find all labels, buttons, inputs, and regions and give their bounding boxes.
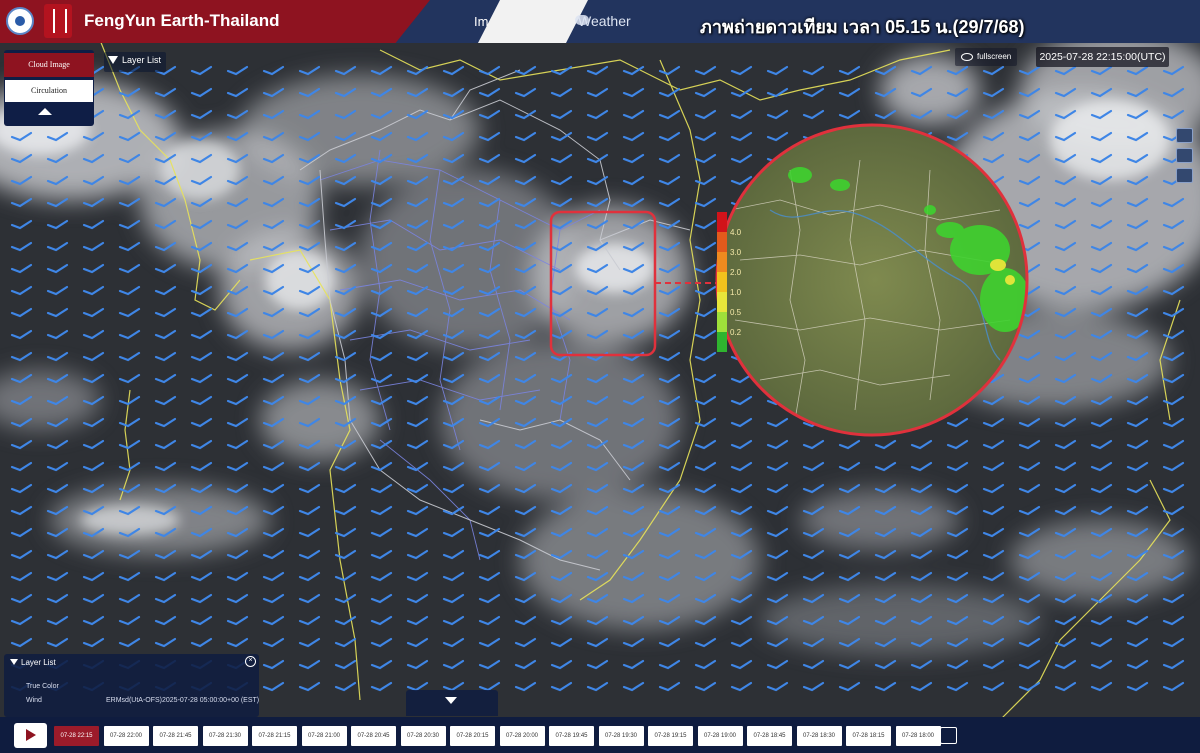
radar-legend-label: 2.0 (730, 268, 742, 277)
timeline-time-chip[interactable]: 07-28 22:15 (54, 726, 99, 746)
layer-row-name[interactable]: True Color (26, 683, 59, 690)
zoom-in-icon[interactable] (1176, 128, 1193, 143)
cloud-image-button[interactable]: Cloud Image (4, 53, 94, 77)
layers-icon (108, 56, 118, 64)
play-icon (26, 729, 36, 741)
timeline-time-chip[interactable]: 07-28 19:30 (598, 726, 644, 746)
timeline-time-chip[interactable]: 07-28 19:00 (697, 726, 743, 746)
timeline-time-chip[interactable]: 07-28 18:30 (796, 726, 842, 746)
timeline-time-chip[interactable]: 07-28 18:15 (846, 726, 891, 746)
timeline-time-chip[interactable]: 07-28 21:45 (153, 726, 198, 746)
timeline-time-chip[interactable]: 07-28 21:00 (301, 726, 347, 746)
radar-legend-swatch (717, 312, 727, 332)
radar-legend-label: 0.5 (730, 308, 742, 317)
timeline-time-chip[interactable]: 07-28 18:45 (747, 726, 792, 746)
timeline-time-chip[interactable]: 07-28 19:45 (549, 726, 594, 746)
radar-legend-swatch (717, 272, 727, 292)
radar-legend-label: 1.0 (730, 288, 742, 297)
radar-legend-swatch (717, 212, 727, 232)
radar-legend-label: 4.0 (730, 228, 742, 237)
fullscreen-label: fullscreen (977, 52, 1012, 61)
layer-list-label: Layer List (122, 55, 162, 65)
eye-icon (961, 53, 973, 61)
timeline-time-chip[interactable]: 07-28 20:45 (351, 726, 396, 746)
app-title: FengYun Earth-Thailand (84, 11, 280, 30)
timeline-time-chip[interactable]: 07-28 18:00 (895, 726, 941, 746)
collapse-panel-icon[interactable] (38, 108, 52, 115)
layer-panel-title: Layer List (21, 658, 56, 667)
layer-row-product: ERMsd(UtA-OFS) (106, 697, 162, 704)
timeline-time-chip[interactable]: 07-28 19:15 (648, 726, 693, 746)
image-caption: ภาพถ่ายดาวเทียม เวลา 05.15 น.(29/7/68) (700, 17, 1025, 37)
logo-seal-icon (6, 7, 34, 35)
timeline-time-chip[interactable]: 07-28 20:30 (400, 726, 446, 746)
satellite-map[interactable]: 4.0 3.0 2.0 1.0 0.5 0.2 (0, 0, 1200, 753)
circulation-button[interactable]: Circulation (5, 80, 93, 102)
radar-legend-swatch (717, 292, 727, 312)
layers-icon (10, 659, 18, 665)
nav-item-home[interactable]: Im (474, 14, 488, 29)
timeline-time-chip[interactable]: 07-28 21:30 (202, 726, 248, 746)
calendar-icon[interactable] (940, 727, 957, 744)
radar-legend-swatch (717, 252, 727, 272)
close-icon[interactable]: × (245, 656, 256, 667)
timeline-time-chip[interactable]: 07-28 20:15 (450, 726, 495, 746)
radar-legend-label: 0.2 (730, 328, 742, 337)
layers-tool-icon[interactable] (1176, 168, 1193, 183)
timeline-time-chip[interactable]: 07-28 22:00 (103, 726, 149, 746)
logo-calligraphy-icon (44, 4, 72, 38)
layer-row-time: 2025-07-28 05:00:00+00 (EST) (162, 697, 260, 704)
timeline-time-chip[interactable]: 07-28 20:00 (499, 726, 545, 746)
radar-legend-swatch (717, 332, 727, 352)
timestamp-display: 2025-07-28 22:15:00(UTC) (1036, 47, 1169, 67)
nav-item-weather[interactable]: Weather (578, 13, 631, 29)
layer-row-name[interactable]: Wind (26, 697, 42, 704)
chevron-down-icon (445, 697, 457, 704)
radar-legend-swatch (717, 232, 727, 252)
radar-legend-label: 3.0 (730, 248, 742, 257)
timeline-time-chip[interactable]: 07-28 21:15 (252, 726, 297, 746)
zoom-out-icon[interactable] (1176, 148, 1193, 163)
